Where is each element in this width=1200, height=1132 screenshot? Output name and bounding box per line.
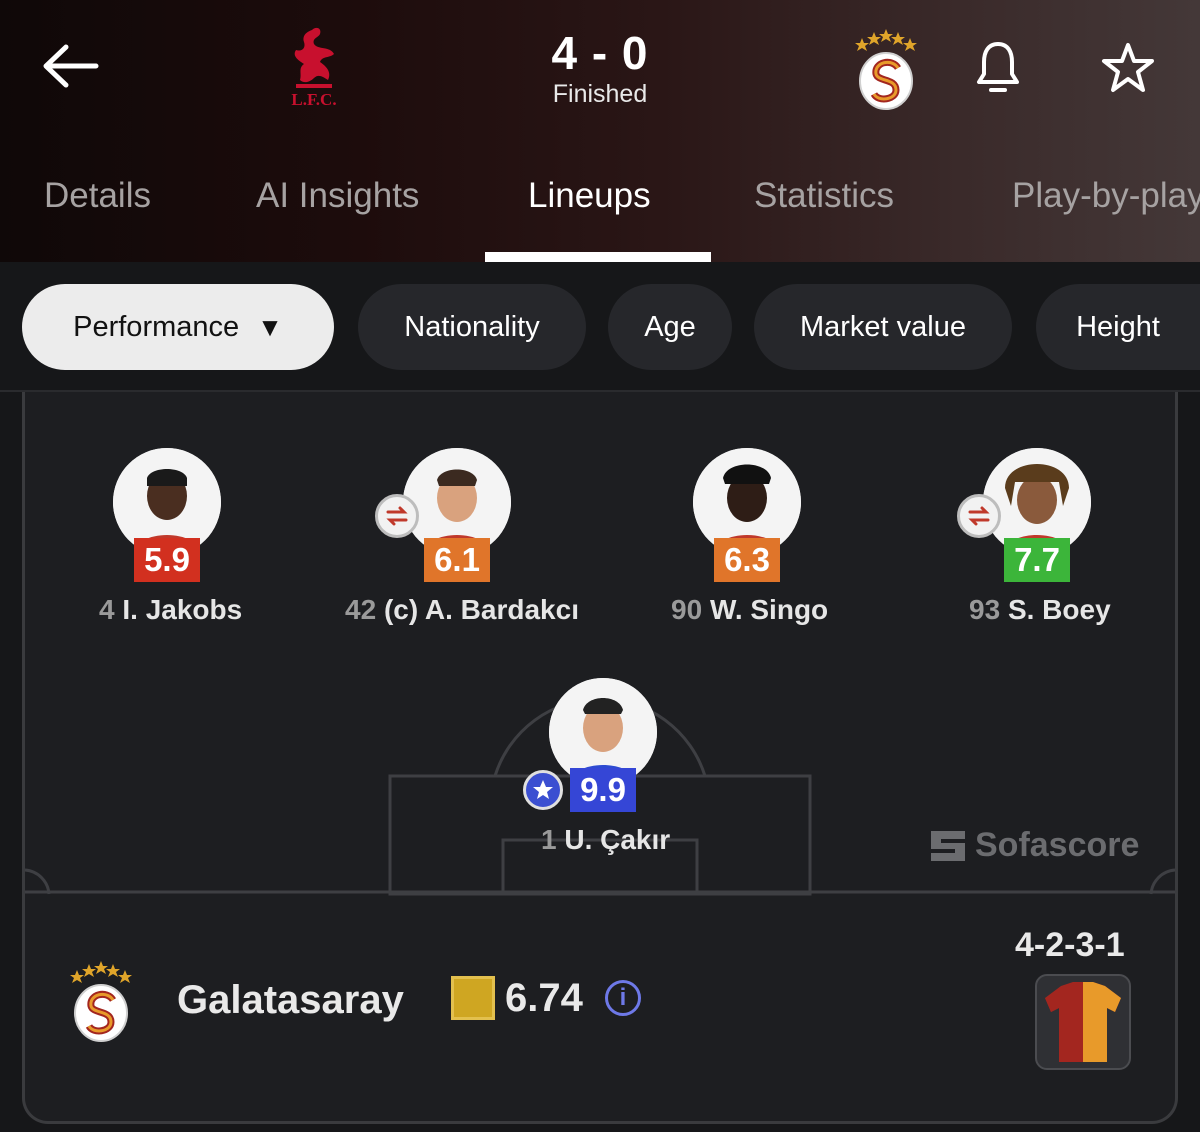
- jersey-icon: [1045, 982, 1121, 1062]
- match-header: L.F.C. 4 - 0 Finished Details AI Insight…: [0, 0, 1200, 262]
- player-number: 42: [345, 594, 377, 625]
- tab-statistics[interactable]: Statistics: [754, 176, 894, 216]
- filter-market-value[interactable]: Market value: [754, 284, 1012, 370]
- match-score: 4 - 0: [551, 27, 649, 79]
- filter-performance[interactable]: Performance ▼: [22, 284, 334, 370]
- team-logo[interactable]: [65, 956, 137, 1046]
- tab-lineups[interactable]: Lineups: [528, 176, 651, 216]
- active-tab-indicator: [485, 252, 711, 262]
- team-rating-badge: [451, 976, 495, 1020]
- team-rating: 6.74: [505, 976, 583, 1020]
- home-logo-text: L.F.C.: [291, 90, 337, 109]
- man-of-the-match-icon: [523, 770, 563, 810]
- player-name-text: (c) A. Bardakcı: [383, 594, 579, 625]
- filter-height[interactable]: Height: [1036, 284, 1200, 370]
- sofascore-watermark: Sofascore: [929, 826, 1139, 865]
- bell-icon: [977, 42, 1019, 92]
- back-button[interactable]: [38, 36, 102, 96]
- tab-details[interactable]: Details: [44, 176, 151, 216]
- home-team-logo[interactable]: L.F.C.: [282, 24, 346, 114]
- notifications-button[interactable]: [966, 36, 1030, 100]
- player-name: 1 U. Çakır: [541, 824, 670, 856]
- player-number: 1: [541, 824, 557, 855]
- match-status: Finished: [552, 80, 648, 108]
- player-number: 90: [671, 594, 703, 625]
- player-name: 90 W. Singo: [671, 594, 828, 626]
- player-name-text: I. Jakobs: [122, 594, 243, 625]
- player-rating: 6.3: [714, 538, 780, 582]
- match-tabs: Details AI Insights Lineups Statistics P…: [0, 168, 1200, 262]
- substitution-icon: [375, 494, 419, 538]
- player-number: 93: [969, 594, 1001, 625]
- filter-performance-label: Performance: [73, 310, 240, 343]
- tab-ai-insights[interactable]: AI Insights: [256, 176, 419, 216]
- player-name-text: S. Boey: [1007, 594, 1111, 625]
- sofascore-text: Sofascore: [975, 826, 1140, 864]
- player-name: 42 (c) A. Bardakcı: [345, 594, 579, 626]
- favorite-button[interactable]: [1096, 36, 1160, 100]
- team-summary-bar: Galatasaray 6.74 i 4-2-3-1: [22, 896, 1178, 1124]
- info-icon[interactable]: i: [605, 980, 641, 1016]
- substitution-icon: [957, 494, 1001, 538]
- star-icon: [1102, 43, 1154, 92]
- player-name-text: U. Çakır: [564, 824, 671, 855]
- team-formation: 4-2-3-1: [1015, 926, 1125, 964]
- caret-down-icon: ▼: [257, 311, 283, 342]
- lineup-pitch: 5.9 4 I. Jakobs 6.1 42 (c) A. Bardakcı 6…: [22, 392, 1178, 896]
- player-name: 4 I. Jakobs: [99, 594, 242, 626]
- team-kit[interactable]: [1035, 974, 1131, 1070]
- team-name: Galatasaray: [177, 978, 404, 1022]
- player-rating: 7.7: [1004, 538, 1070, 582]
- lineup-filter-bar: Performance ▼ Nationality Age Market val…: [0, 262, 1200, 392]
- player-name-text: W. Singo: [709, 594, 829, 625]
- player-rating: 5.9: [134, 538, 200, 582]
- filter-nationality[interactable]: Nationality: [358, 284, 586, 370]
- tab-play-by-play[interactable]: Play-by-play: [1012, 176, 1200, 216]
- filter-age[interactable]: Age: [608, 284, 732, 370]
- player-name: 93 S. Boey: [969, 594, 1111, 626]
- player-rating: 6.1: [424, 538, 490, 582]
- sofascore-logo-icon: [931, 830, 965, 861]
- arrow-left-icon: [43, 44, 99, 88]
- player-rating: 9.9: [570, 768, 636, 812]
- player-number: 4: [99, 594, 115, 625]
- away-team-logo[interactable]: [850, 24, 922, 114]
